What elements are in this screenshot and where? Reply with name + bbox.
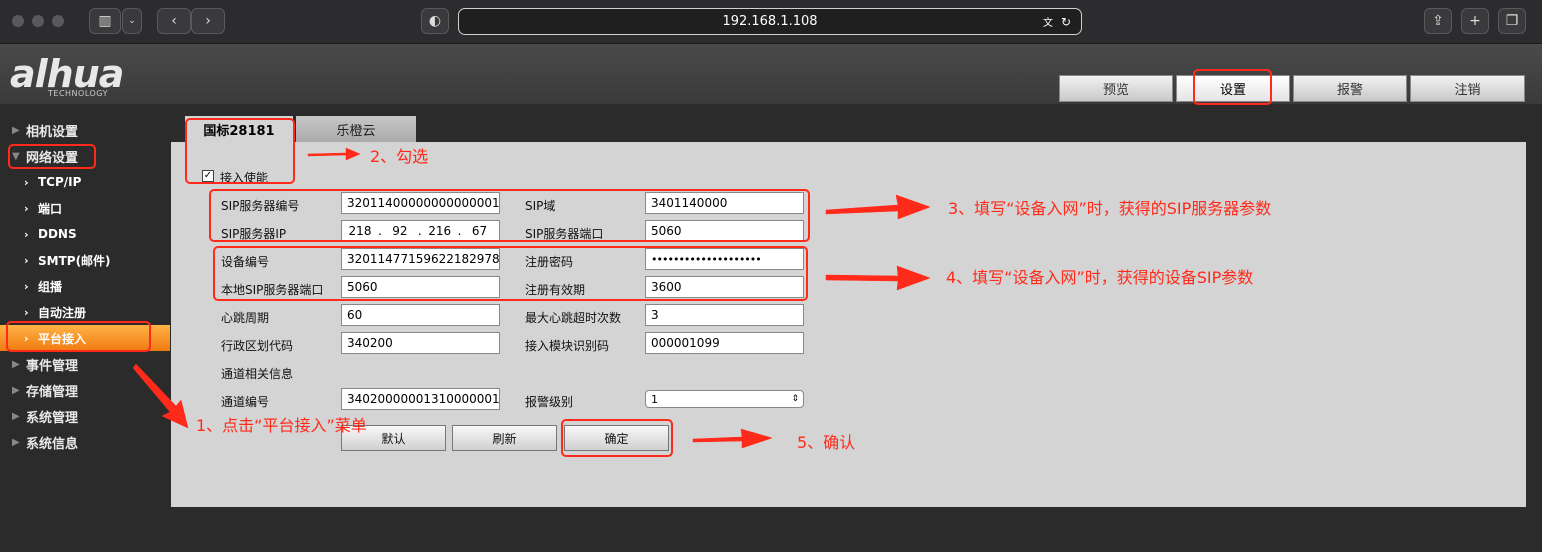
local-sip-port-label: 本地SIP服务器端口 <box>221 283 324 297</box>
minimize-window-button[interactable] <box>32 15 44 27</box>
ip-octet-3[interactable]: 216 <box>422 224 458 238</box>
sidebar-item-ddns[interactable]: › DDNS <box>0 221 170 247</box>
zoom-window-button[interactable] <box>52 15 64 27</box>
sidebar-item-storage[interactable]: ▶ 存储管理 <box>0 377 170 403</box>
caret-down-icon: ▼ <box>12 150 20 162</box>
channel-id-input[interactable]: 34020000001310000001 <box>341 388 500 410</box>
new-tab-icon[interactable]: + <box>1461 8 1489 34</box>
alarm-level-select[interactable]: 1 ⇕ <box>645 390 804 408</box>
chevron-right-icon: › <box>24 175 29 189</box>
sidebar-toggle-icon[interactable]: ▥ <box>89 8 121 34</box>
share-icon[interactable]: ⇪ <box>1424 8 1452 34</box>
sip-server-id-label: SIP服务器编号 <box>221 199 300 213</box>
select-arrows-icon: ⇕ <box>791 394 799 404</box>
chevron-down-icon[interactable]: ⌄ <box>122 8 142 34</box>
forward-button[interactable]: › <box>191 8 225 34</box>
region-code-label: 行政区划代码 <box>221 339 294 353</box>
sidebar-item-auto-register[interactable]: › 自动注册 <box>0 299 170 325</box>
enable-label: 接入使能 <box>220 171 269 185</box>
refresh-button[interactable]: 刷新 <box>452 425 557 451</box>
chevron-right-icon: › <box>24 331 29 345</box>
sip-server-port-label: SIP服务器端口 <box>525 227 604 241</box>
caret-right-icon: ▶ <box>12 436 20 448</box>
nav-logout[interactable]: 注销 <box>1410 75 1525 102</box>
app-header: alhua TECHNOLOGY 预览 设置 报警 注销 <box>0 44 1542 104</box>
sidebar-item-system-info[interactable]: ▶ 系统信息 <box>0 429 170 455</box>
sip-domain-label: SIP域 <box>525 199 556 213</box>
enable-checkbox[interactable]: ✓ <box>202 170 214 182</box>
annotation-step2: 2、勾选 <box>370 147 429 166</box>
shield-icon[interactable]: ◐ <box>421 8 449 34</box>
tab-bar: 国标28181 乐橙云 <box>171 116 1526 143</box>
close-window-button[interactable] <box>12 15 24 27</box>
annotation-step1: 1、点击“平台接入”菜单 <box>196 416 367 435</box>
reg-validity-label: 注册有效期 <box>525 283 586 297</box>
module-id-input[interactable]: 000001099 <box>645 332 804 354</box>
sidebar-item-port[interactable]: › 端口 <box>0 195 170 221</box>
tabs-overview-icon[interactable]: ❐ <box>1498 8 1526 34</box>
ip-octet-1[interactable]: 218 <box>342 224 378 238</box>
ok-button[interactable]: 确定 <box>564 425 669 451</box>
web-page: alhua TECHNOLOGY 预览 设置 报警 注销 ▶ 相机设置 ▼ 网络设置… <box>0 44 1542 552</box>
translate-icon[interactable]: 文 <box>1043 14 1053 29</box>
reg-password-input[interactable]: •••••••••••••••••••• <box>645 248 804 270</box>
chevron-right-icon: › <box>24 201 29 215</box>
reload-icon[interactable]: ↻ <box>1061 15 1071 29</box>
region-code-input[interactable]: 340200 <box>341 332 500 354</box>
chevron-right-icon: › <box>24 227 29 241</box>
reg-validity-input[interactable]: 3600 <box>645 276 804 298</box>
url-text: 192.168.1.108 <box>722 14 818 29</box>
max-heartbeat-label: 最大心跳超时次数 <box>525 311 622 325</box>
sidebar-item-event[interactable]: ▶ 事件管理 <box>0 351 170 377</box>
alarm-level-label: 报警级别 <box>525 395 574 409</box>
tab-gb28181[interactable]: 国标28181 <box>185 116 293 143</box>
heartbeat-input[interactable]: 60 <box>341 304 500 326</box>
chevron-right-icon: › <box>24 279 29 293</box>
address-bar[interactable]: 192.168.1.108 ↻ 文 <box>458 8 1082 35</box>
channel-id-label: 通道编号 <box>221 395 270 409</box>
reg-password-label: 注册密码 <box>525 255 574 269</box>
nav-alarm[interactable]: 报警 <box>1293 75 1407 102</box>
sip-server-port-input[interactable]: 5060 <box>645 220 804 242</box>
sidebar-item-tcpip[interactable]: › TCP/IP <box>0 169 170 195</box>
sip-server-ip-input[interactable]: 218. 92. 216. 67 <box>341 220 500 242</box>
caret-right-icon: ▶ <box>12 358 20 370</box>
nav-settings[interactable]: 设置 <box>1176 75 1290 102</box>
brand-logo-sub: TECHNOLOGY <box>48 89 108 98</box>
sidebar-item-platform-access[interactable]: › 平台接入 <box>0 325 170 351</box>
max-heartbeat-input[interactable]: 3 <box>645 304 804 326</box>
chevron-right-icon: › <box>24 253 29 267</box>
local-sip-port-input[interactable]: 5060 <box>341 276 500 298</box>
sip-domain-input[interactable]: 3401140000 <box>645 192 804 214</box>
device-id-label: 设备编号 <box>221 255 270 269</box>
browser-toolbar: ▥ ⌄ ‹ › ◐ 192.168.1.108 ↻ 文 ⇪ + ❐ <box>0 0 1542 44</box>
back-button[interactable]: ‹ <box>157 8 191 34</box>
ip-octet-4[interactable]: 67 <box>461 224 497 238</box>
channel-info-heading: 通道相关信息 <box>221 367 294 381</box>
nav-preview[interactable]: 预览 <box>1059 75 1173 102</box>
device-id-input[interactable]: 32011477159622182978 <box>341 248 500 270</box>
sip-server-ip-label: SIP服务器IP <box>221 227 287 241</box>
caret-right-icon: ▶ <box>12 410 20 422</box>
sidebar-item-system[interactable]: ▶ 系统管理 <box>0 403 170 429</box>
annotation-step3: 3、填写“设备入网”时，获得的SIP服务器参数 <box>948 199 1272 218</box>
sidebar: ▶ 相机设置 ▼ 网络设置 › TCP/IP › 端口 › DDNS › SMTP(邮件) … <box>0 104 170 552</box>
caret-right-icon: ▶ <box>12 124 20 136</box>
chevron-right-icon: › <box>24 305 29 319</box>
sip-server-id-input[interactable]: 32011400000000000001 <box>341 192 500 214</box>
annotation-step5: 5、确认 <box>797 433 856 452</box>
sidebar-item-multicast[interactable]: › 组播 <box>0 273 170 299</box>
sidebar-item-camera[interactable]: ▶ 相机设置 <box>0 117 170 143</box>
module-id-label: 接入模块识别码 <box>525 339 610 353</box>
sidebar-item-smtp[interactable]: › SMTP(邮件) <box>0 247 170 273</box>
sidebar-item-network[interactable]: ▼ 网络设置 <box>0 143 170 169</box>
annotation-step4: 4、填写“设备入网”时，获得的设备SIP参数 <box>946 268 1254 287</box>
tab-lechange[interactable]: 乐橙云 <box>296 116 416 143</box>
caret-right-icon: ▶ <box>12 384 20 396</box>
ip-octet-2[interactable]: 92 <box>382 224 418 238</box>
heartbeat-label: 心跳周期 <box>221 311 270 325</box>
